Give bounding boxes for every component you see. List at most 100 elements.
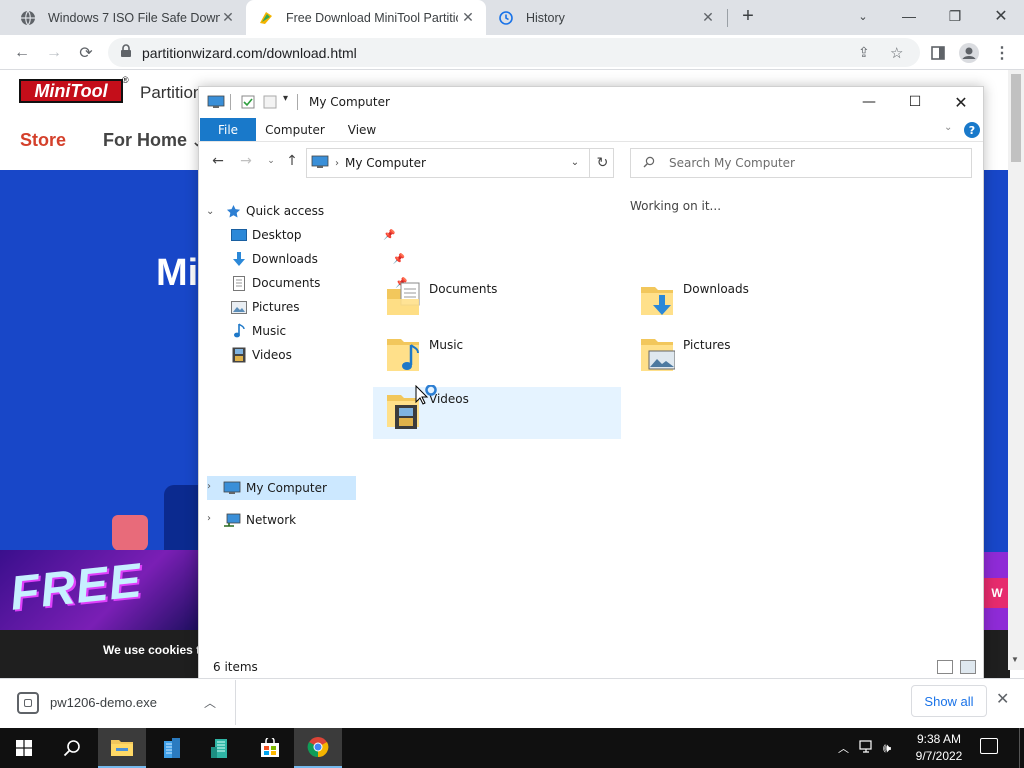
- breadcrumb-chevron-icon[interactable]: ›: [335, 158, 339, 169]
- details-view-icon[interactable]: [937, 660, 953, 674]
- restore-button[interactable]: ❐: [932, 0, 978, 32]
- start-button[interactable]: [0, 728, 48, 768]
- tab-search-chevron-icon[interactable]: ⌄: [840, 0, 886, 32]
- address-dropdown-icon[interactable]: ⌄: [565, 157, 585, 171]
- help-icon[interactable]: ?: [964, 122, 980, 138]
- show-desktop-button[interactable]: [1019, 728, 1024, 768]
- volume-icon[interactable]: 🕪: [883, 740, 891, 756]
- tab-windows7-iso[interactable]: Windows 7 ISO File Safe Downlo ✕: [8, 0, 246, 35]
- kebab-menu-icon[interactable]: ⋮: [988, 39, 1016, 67]
- explorer-maximize-button[interactable]: ☐: [892, 87, 938, 117]
- file-explorer-window: ▾ My Computer — ☐ ✕ File Computer View ⌄…: [198, 86, 984, 679]
- minimize-button[interactable]: —: [886, 0, 932, 32]
- up-folder-button[interactable]: ↑: [282, 151, 302, 171]
- documents-folder-icon: [385, 277, 421, 319]
- chrome-taskbar-button[interactable]: [294, 728, 342, 768]
- ribbon-tab-computer[interactable]: Computer: [261, 118, 329, 141]
- film-icon: [231, 347, 247, 363]
- qat-dropdown-icon[interactable]: ▾: [283, 93, 288, 104]
- folder-tile-videos[interactable]: Videos: [373, 387, 621, 439]
- nav-quick-access[interactable]: Quick access: [225, 200, 324, 222]
- explorer-close-button[interactable]: ✕: [938, 87, 984, 117]
- site-product-name: Partition: [140, 83, 203, 102]
- file-explorer-taskbar-button[interactable]: [98, 728, 146, 768]
- chevron-up-icon[interactable]: ︿: [204, 694, 216, 711]
- scroll-down-arrow-icon[interactable]: ▼: [1011, 655, 1019, 664]
- computer-icon: [223, 480, 241, 496]
- search-icon: [63, 740, 80, 757]
- tab-title: History: [526, 10, 565, 25]
- folder-tile-downloads[interactable]: Downloads: [627, 277, 875, 329]
- close-tab-icon[interactable]: ✕: [700, 9, 716, 25]
- profile-avatar[interactable]: [955, 39, 983, 67]
- scrollbar-thumb[interactable]: [1011, 74, 1021, 162]
- close-tab-icon[interactable]: ✕: [460, 9, 476, 25]
- properties-icon[interactable]: [241, 95, 255, 109]
- new-tab-button[interactable]: +: [725, 0, 771, 32]
- nav-label: Pictures: [252, 300, 300, 314]
- tray-chevron-up-icon[interactable]: ︿: [838, 740, 849, 756]
- explorer-minimize-button[interactable]: —: [846, 87, 892, 117]
- nav-label: Quick access: [246, 204, 325, 218]
- app-taskbar-button[interactable]: [148, 728, 196, 768]
- promo-button[interactable]: W: [984, 578, 1010, 608]
- nav-item-desktop[interactable]: Desktop 📌: [231, 224, 396, 246]
- recent-locations-icon[interactable]: ⌄: [261, 151, 281, 171]
- expand-ribbon-icon[interactable]: ⌄: [944, 122, 952, 133]
- forward-button[interactable]: →: [40, 39, 68, 67]
- chevron-right-icon[interactable]: ›: [207, 513, 211, 524]
- download-filename: pw1206-demo.exe: [50, 695, 157, 710]
- chevron-right-icon[interactable]: ›: [207, 481, 211, 492]
- nav-item-downloads[interactable]: Downloads 📌: [231, 248, 405, 270]
- ribbon-tab-view[interactable]: View: [339, 118, 385, 141]
- site-nav-store[interactable]: Store: [20, 130, 66, 151]
- network-status-icon[interactable]: [859, 739, 875, 757]
- search-taskbar-button[interactable]: [48, 728, 96, 768]
- tab-title: Windows 7 ISO File Safe Downlo: [48, 10, 220, 25]
- folder-tile-music[interactable]: Music: [373, 333, 621, 385]
- nav-item-music[interactable]: Music: [231, 320, 286, 342]
- explorer-forward-button[interactable]: →: [236, 151, 256, 171]
- chevron-down-icon[interactable]: ⌄: [206, 206, 214, 217]
- side-panel-icon[interactable]: [924, 39, 952, 67]
- notification-icon[interactable]: [980, 738, 998, 754]
- ribbon-tab-file[interactable]: File: [200, 118, 256, 141]
- back-button[interactable]: ←: [8, 39, 36, 67]
- address-bar[interactable]: › My Computer ⌄ ↻: [306, 148, 614, 178]
- exe-file-icon: [17, 691, 39, 714]
- search-box[interactable]: Search My Computer: [630, 148, 972, 178]
- download-item[interactable]: pw1206-demo.exe ︿: [0, 680, 236, 725]
- site-nav-for-home[interactable]: For Home ⌄: [103, 130, 203, 151]
- nav-item-pictures[interactable]: Pictures 📌: [231, 296, 401, 318]
- folder-tile-documents[interactable]: Documents: [373, 277, 621, 329]
- close-window-button[interactable]: ✕: [978, 0, 1024, 32]
- nav-my-computer[interactable]: My Computer: [223, 477, 327, 499]
- show-all-button[interactable]: Show all: [911, 685, 987, 717]
- share-icon[interactable]: ⇪: [858, 44, 870, 61]
- explorer-back-button[interactable]: ←: [208, 151, 228, 171]
- picture-icon: [231, 299, 247, 315]
- new-folder-icon[interactable]: [263, 95, 277, 109]
- reload-button[interactable]: ⟳: [72, 39, 100, 67]
- folder-icon: [111, 740, 133, 756]
- tab-history[interactable]: History ✕: [486, 0, 726, 35]
- bookmark-star-icon[interactable]: ☆: [890, 44, 903, 62]
- nav-network[interactable]: Network: [223, 509, 296, 531]
- minitool-logo[interactable]: MiniTool: [19, 79, 123, 103]
- close-tab-icon[interactable]: ✕: [220, 9, 236, 25]
- thumbs-up-icon: [112, 515, 148, 551]
- nav-label: Network: [246, 513, 297, 527]
- nav-item-videos[interactable]: Videos: [231, 344, 292, 366]
- store-taskbar-button[interactable]: [246, 728, 294, 768]
- nav-item-documents[interactable]: Documents 📌: [231, 272, 407, 294]
- omnibox[interactable]: partitionwizard.com/download.html ⇪ ☆: [108, 38, 920, 67]
- tab-minitool-download[interactable]: Free Download MiniTool Partitio ✕: [246, 0, 486, 35]
- large-icons-view-icon[interactable]: [960, 660, 976, 674]
- breadcrumb-my-computer[interactable]: My Computer: [345, 156, 426, 170]
- app-taskbar-button-2[interactable]: [196, 728, 244, 768]
- refresh-icon[interactable]: ↻: [589, 149, 615, 177]
- taskbar-clock[interactable]: 9:38 AM 9/7/2022: [906, 731, 972, 765]
- folder-tile-pictures[interactable]: Pictures: [627, 333, 875, 385]
- close-shelf-icon[interactable]: ✕: [996, 689, 1009, 709]
- lock-icon[interactable]: [120, 44, 132, 61]
